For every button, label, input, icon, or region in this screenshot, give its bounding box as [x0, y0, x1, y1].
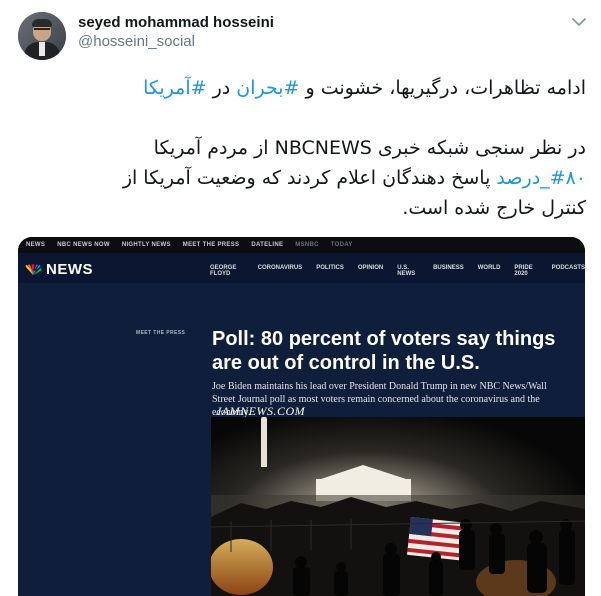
topbar-link: MEET THE PRESS — [182, 242, 240, 248]
nbc-navbar: NEWS GEORGE FLOYD CORONAVIRUS POLITICS O… — [18, 253, 585, 283]
nbc-section-links: GEORGE FLOYD CORONAVIRUS POLITICS OPINIO… — [210, 265, 585, 277]
nav-link: BUSINESS — [433, 265, 464, 271]
tweet-line-2: در نظر سنجی شبکه خبری NBCNEWS از مردم آم… — [153, 137, 586, 159]
nav-link: U.S. NEWS — [397, 265, 416, 277]
nav-link: CORONAVIRUS — [257, 265, 303, 271]
nav-link: PRIDE 2020 — [514, 265, 533, 277]
nav-link: WORLD — [477, 265, 501, 271]
topbar-link: NBC NEWS NOW — [57, 242, 110, 248]
topbar-link: DATELINE — [251, 242, 284, 248]
nav-link: POLITICS — [316, 265, 344, 271]
nav-link: GEORGE FLOYD — [210, 265, 237, 277]
nbc-topbar: NEWS NBC NEWS NOW NIGHTLY NEWS MEET THE … — [18, 237, 585, 253]
tweet-text-segment: در — [206, 77, 237, 99]
nav-link: PODCASTS — [551, 265, 585, 271]
nav-link: OPINION — [357, 265, 384, 271]
author-handle[interactable]: @hosseini_social — [78, 33, 195, 50]
link-preview-card[interactable]: NEWS NBC NEWS NOW NIGHTLY NEWS MEET THE … — [18, 237, 585, 596]
hashtag-link-america[interactable]: #آمریکا — [143, 77, 206, 99]
article-kicker: MEET THE PRESS — [136, 330, 186, 336]
topbar-link: MSNBC — [295, 242, 319, 248]
nbc-logo-text: NEWS — [46, 261, 93, 278]
tweet-line-4: کنترل خارج شده است. — [402, 197, 586, 219]
article-preview: MEET THE PRESS Poll: 80 percent of voter… — [18, 283, 585, 596]
tweet-line-1: ادامه تظاهرات، درگیریها، خشونت و #بحران … — [18, 73, 586, 103]
tweet-text-segment: پاسخ دهندگان اعلام کردند که وضعیت آمریکا… — [122, 167, 497, 189]
tweet-text: ادامه تظاهرات، درگیریها، خشونت و #بحران … — [18, 73, 586, 223]
nbc-logo: NEWS — [24, 261, 93, 278]
tweet-line-3: #۸۰_درصد پاسخ دهندگان اعلام کردند که وضع… — [18, 163, 586, 193]
article-photo — [211, 417, 585, 596]
article-headline: Poll: 80 percent of voters say things ar… — [212, 328, 556, 374]
tweet-text-segment: ادامه تظاهرات، درگیریها، خشونت و — [299, 77, 586, 99]
chevron-down-icon[interactable] — [569, 12, 589, 32]
hashtag-link-crisis[interactable]: #بحران — [236, 77, 299, 99]
avatar[interactable] — [18, 12, 66, 60]
topbar-link: NIGHTLY NEWS — [121, 242, 171, 248]
topbar-link: TODAY — [330, 242, 353, 248]
nbc-peacock-icon — [25, 263, 42, 275]
hashtag-link-80-percent[interactable]: #۸۰_درصد — [496, 167, 586, 189]
author-display-name[interactable]: seyed mohammad hosseini — [78, 14, 274, 31]
topbar-link: NEWS — [26, 242, 46, 248]
